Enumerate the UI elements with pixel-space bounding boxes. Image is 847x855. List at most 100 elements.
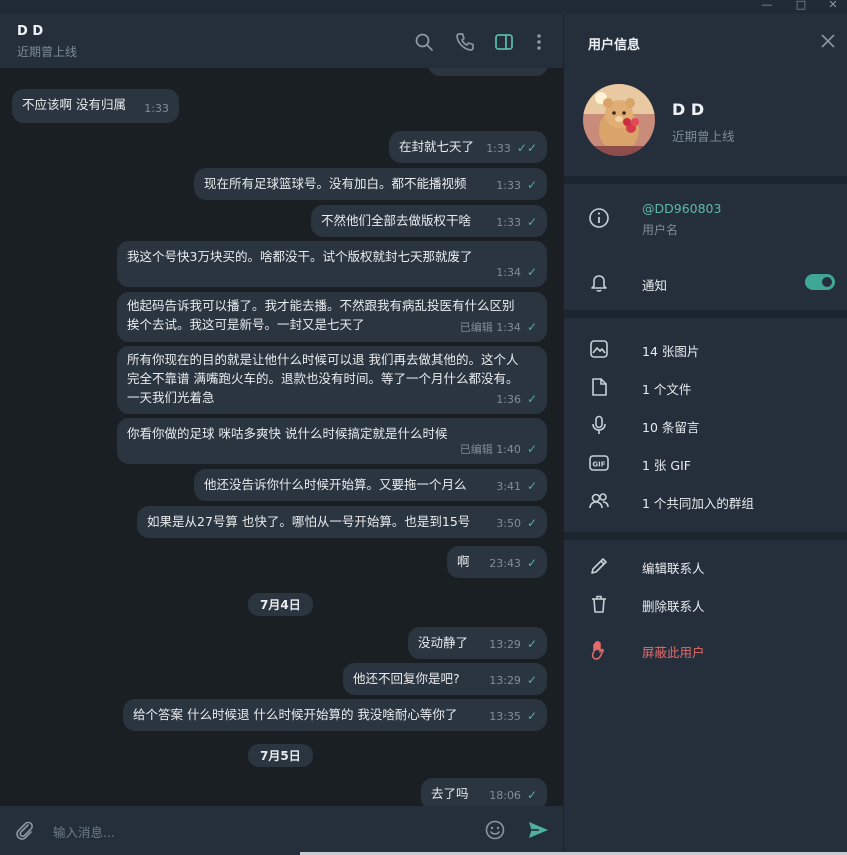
message-time: 已编辑 1:40	[459, 443, 521, 456]
message-bubble[interactable]: 他还没告诉你什么时候开始算。又要拖一个月么 3:41 ✓	[194, 469, 547, 501]
media-photos-item[interactable]: 14 张图片	[642, 341, 699, 360]
message-bubble[interactable]: 现在所有足球篮球号。没有加白。都不能播视频 1:33 ✓	[194, 168, 547, 200]
more-menu-icon[interactable]	[528, 31, 550, 53]
message-bubble[interactable]: 给个答案 什么时候退 什么时候开始算的 我没啥耐心等你了 13:35 ✓	[123, 699, 547, 731]
svg-text:GIF: GIF	[592, 461, 605, 469]
message-time: 18:06	[489, 789, 521, 802]
message-text: 他还不回复你是吧?	[353, 671, 460, 686]
group-icon	[588, 490, 610, 512]
close-icon[interactable]	[818, 31, 838, 51]
user-info-panel: 用户信息 D D 近期曾上线 @DD960803 用户名 通知 14 张图片 1…	[563, 14, 847, 855]
message-time: 1:33	[496, 216, 521, 229]
date-separator: 7月4日	[248, 593, 313, 616]
panel-title: 用户信息	[588, 38, 641, 53]
message-text-line: 完全不靠谱 满嘴跑火车的。退款也没有时间。等了一个月什么都没有。	[127, 371, 519, 386]
delete-contact-button[interactable]: 删除联系人	[642, 596, 705, 615]
message-text: 给个答案 什么时候退 什么时候开始算的 我没啥耐心等你了	[133, 707, 458, 722]
check-icon: ✓	[526, 442, 537, 456]
check-icon: ✓	[526, 516, 537, 530]
message-text-line: 他起码告诉我可以播了。我才能去播。不然跟我有病乱投医有什么区别	[127, 298, 515, 313]
message-input[interactable]: 输入消息...	[53, 822, 115, 841]
message-bubble[interactable]: 你看你做的足球 咪咕多爽快 说什么时候搞定就是什么时候 已编辑 1:40 ✓	[117, 418, 547, 464]
maximize-button[interactable]: □	[786, 0, 816, 14]
side-panel-toggle-icon[interactable]	[493, 31, 515, 53]
check-icon: ✓	[526, 556, 537, 570]
message-bubble[interactable]: 没动静了 13:29 ✓	[408, 627, 547, 659]
check-icon: ✓	[526, 392, 537, 406]
close-window-button[interactable]: ✕	[818, 0, 847, 14]
message-text: 没动静了	[418, 635, 469, 650]
minimize-button[interactable]: —	[752, 0, 782, 14]
message-bubble[interactable]: 在封就七天了 1:33 ✓✓	[389, 131, 547, 163]
message-bubble[interactable]: 不应该啊 没有归属 1:33	[12, 89, 179, 123]
section-divider	[564, 532, 847, 540]
attach-icon[interactable]	[13, 819, 35, 841]
media-voice-item[interactable]: 10 条留言	[642, 417, 699, 436]
chat-pane: D D 近期曾上线 不应该啊 没有归属 1:33 在封就七天了 1:33 ✓✓ 现…	[0, 14, 563, 855]
message-bubble[interactable]: 去了吗 18:06 ✓	[421, 778, 547, 806]
chat-title[interactable]: D D	[17, 24, 43, 39]
message-time: 3:41	[496, 480, 521, 493]
photo-icon	[588, 338, 610, 360]
message-time: 1:34	[496, 266, 521, 279]
message-list[interactable]: 不应该啊 没有归属 1:33 在封就七天了 1:33 ✓✓ 现在所有足球篮球号。没…	[0, 68, 563, 806]
check-icon: ✓	[526, 788, 537, 802]
emoji-icon[interactable]	[484, 819, 506, 841]
file-icon	[588, 376, 610, 398]
message-bubble[interactable]: 不然他们全部去做版权干啥 1:33 ✓	[311, 205, 547, 237]
avatar[interactable]	[583, 84, 655, 156]
microphone-icon	[588, 414, 610, 436]
message-text: 你看你做的足球 咪咕多爽快 说什么时候搞定就是什么时候	[127, 426, 448, 441]
message-bubble[interactable]: 他起码告诉我可以播了。我才能去播。不然跟我有病乱投医有什么区别 挨个去试。我这可…	[117, 292, 547, 342]
message-text: 现在所有足球篮球号。没有加白。都不能播视频	[204, 176, 467, 191]
message-text: 在封就七天了	[399, 139, 475, 154]
info-icon	[588, 207, 610, 229]
username-link[interactable]: @DD960803	[642, 201, 721, 216]
check-icon: ✓	[526, 320, 537, 334]
search-icon[interactable]	[413, 31, 435, 53]
media-groups-item[interactable]: 1 个共同加入的群组	[642, 493, 754, 512]
date-separator: 7月5日	[248, 744, 313, 767]
message-text: 他还没告诉你什么时候开始算。又要拖一个月么	[204, 477, 467, 492]
media-gif-item[interactable]: 1 张 GIF	[642, 455, 691, 474]
pencil-icon	[588, 555, 610, 577]
message-text-line: 一天我们光着急	[127, 390, 215, 405]
media-files-item[interactable]: 1 个文件	[642, 379, 691, 398]
message-bubble-partial[interactable]	[428, 68, 548, 76]
message-bubble[interactable]: 如果是从27号算 也快了。哪怕从一号开始算。也是到15号 3:50 ✓	[137, 506, 547, 538]
message-text: 如果是从27号算 也快了。哪怕从一号开始算。也是到15号	[147, 514, 471, 529]
section-divider	[564, 310, 847, 318]
phone-icon[interactable]	[454, 31, 476, 53]
message-time: 3:50	[496, 517, 521, 530]
check-icon: ✓	[526, 215, 537, 229]
message-bubble[interactable]: 我这个号快3万块买的。啥都没干。试个版权就封七天那就废了 1:34 ✓	[117, 241, 547, 287]
edit-contact-button[interactable]: 编辑联系人	[642, 558, 705, 577]
notifications-toggle[interactable]	[805, 274, 835, 290]
message-bubble[interactable]: 所有你现在的目的就是让他什么时候可以退 我们再去做其他的。这个人 完全不靠谱 满…	[117, 346, 547, 414]
bell-icon	[588, 271, 610, 293]
check-icon: ✓	[526, 709, 537, 723]
check-icon: ✓	[526, 673, 537, 687]
hand-block-icon	[588, 639, 610, 661]
message-time: 1:36	[496, 393, 521, 406]
message-time: 已编辑 1:34	[459, 321, 521, 334]
trash-icon	[588, 593, 610, 615]
message-time: 1:33	[144, 102, 169, 115]
check-icon: ✓	[526, 479, 537, 493]
check-icon: ✓	[526, 178, 537, 192]
gif-icon: GIF	[588, 452, 610, 474]
message-bubble[interactable]: 他还不回复你是吧? 13:29 ✓	[343, 663, 547, 695]
message-time: 23:43	[489, 557, 521, 570]
message-time: 1:33	[496, 179, 521, 192]
check-icon: ✓	[526, 265, 537, 279]
chat-header: D D 近期曾上线	[0, 14, 563, 69]
notifications-label: 通知	[642, 278, 668, 293]
username-label: 用户名	[642, 223, 679, 237]
block-user-button[interactable]: 屏蔽此用户	[642, 642, 705, 661]
message-bubble[interactable]: 啊 23:43 ✓	[447, 546, 547, 578]
message-text: 我这个号快3万块买的。啥都没干。试个版权就封七天那就废了	[127, 249, 473, 264]
window-titlebar: — □ ✕	[0, 0, 847, 14]
profile-status: 近期曾上线	[672, 129, 735, 144]
message-composer: 输入消息...	[0, 806, 563, 855]
send-icon[interactable]	[527, 819, 549, 841]
